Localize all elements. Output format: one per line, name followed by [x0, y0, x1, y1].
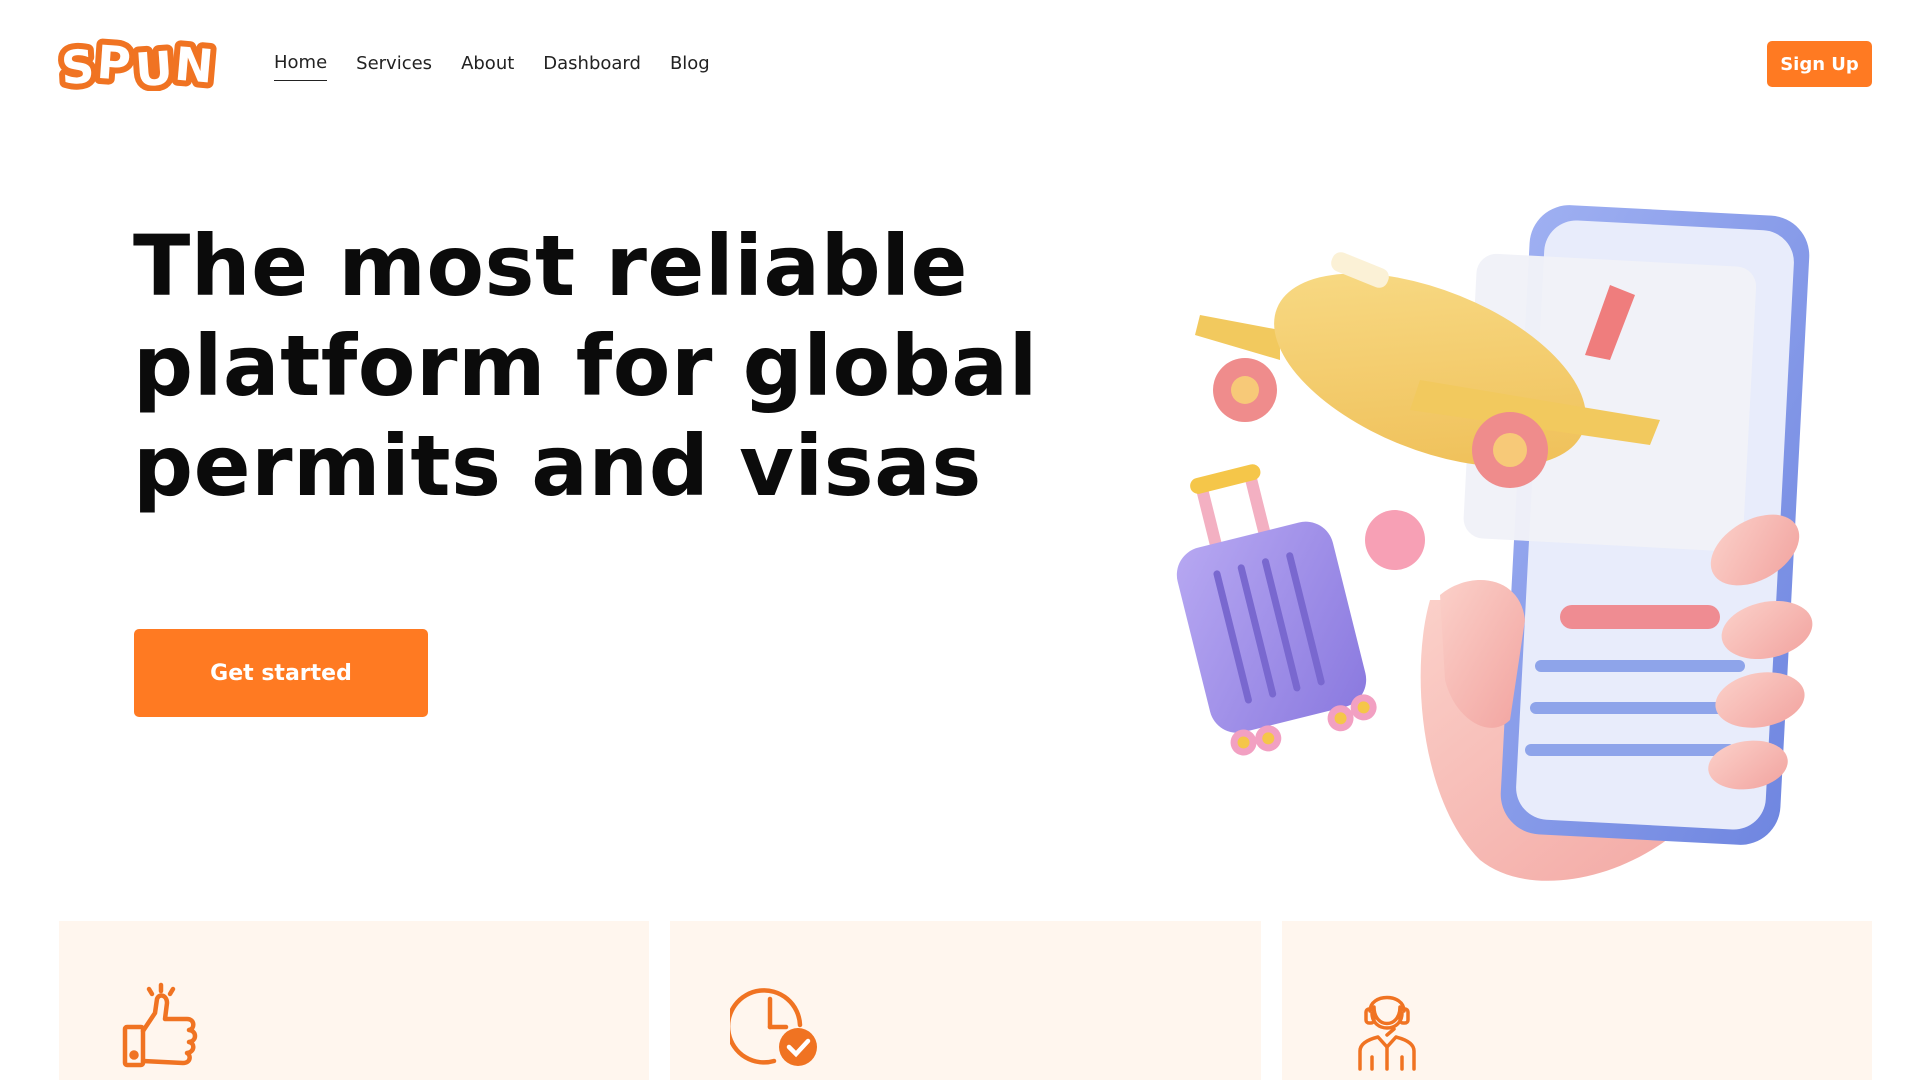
get-started-button[interactable]: Get started — [134, 629, 428, 717]
nav-services[interactable]: Services — [356, 51, 432, 81]
nav-about[interactable]: About — [461, 51, 514, 81]
svg-text:N: N — [173, 37, 216, 91]
clock-check-icon — [726, 981, 820, 1071]
svg-text:P: P — [95, 35, 132, 91]
svg-text:U: U — [133, 41, 174, 91]
main-nav: Home Services About Dashboard Blog — [274, 50, 739, 81]
support-agent-icon — [1342, 981, 1432, 1071]
feature-card — [1281, 921, 1872, 1080]
hero-title-line: permits and visas — [133, 417, 982, 515]
nav-dashboard[interactable]: Dashboard — [543, 51, 641, 81]
landing-page: S P U N Home Services About Dashboard Bl… — [0, 0, 1920, 1080]
hero-title-line: The most reliable — [133, 217, 969, 315]
nav-blog[interactable]: Blog — [670, 51, 710, 81]
feature-card — [670, 921, 1261, 1080]
svg-text:S: S — [60, 39, 96, 91]
feature-card — [59, 921, 650, 1080]
hero-title-line: platform for global — [133, 317, 1038, 415]
suitcase-illustration — [1176, 464, 1377, 756]
spun-logo[interactable]: S P U N — [57, 35, 227, 91]
feature-cards — [59, 921, 1872, 1080]
thumbs-up-icon — [119, 981, 209, 1071]
site-header: S P U N Home Services About Dashboard Bl… — [0, 0, 1920, 126]
nav-home[interactable]: Home — [274, 50, 328, 81]
hero-illustration — [1170, 200, 1870, 890]
hero-title: The most reliable platform for global pe… — [133, 216, 1093, 516]
sign-up-button[interactable]: Sign Up — [1767, 41, 1872, 87]
